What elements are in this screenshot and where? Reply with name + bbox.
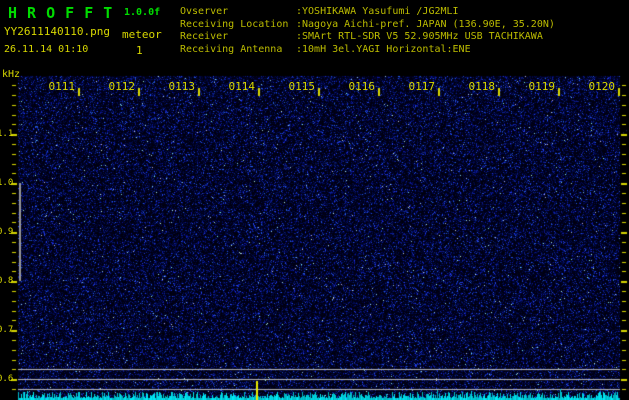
x-tick-label: 0111 [48,80,76,93]
info-value: :SMArt RTL-SDR V5 52.905MHz USB TACHIKAW… [296,31,543,42]
x-tick-label: 0116 [348,80,376,93]
info-value: :10mH 3el.YAGI Horizontal:ENE [296,43,471,55]
x-tick-label: 0115 [288,80,316,93]
info-value: :YOSHIKAWA Yasufumi /JG2MLI [296,6,459,17]
info-label: Ovserver [180,6,229,17]
station-info-row: Receiver :SMArt RTL-SDR V5 52.905MHz USB … [180,31,555,44]
y-tick-label: 0.7 [0,325,14,335]
capture-filename: YY2611140110.png [4,25,110,38]
station-info-row: Receiving Antenna :10mH 3el.YAGI Horizont… [180,44,555,57]
info-label: Receiving Location [180,18,289,30]
x-tick-label: 0113 [168,80,196,93]
y-axis-unit-label: kHz [2,69,21,80]
app-version: 1.0.0f [124,7,161,18]
x-tick-label: 0120 [588,80,616,93]
spectrogram-canvas [0,0,629,400]
station-info-block: Ovserver :YOSHIKAWA Yasufumi /JG2MLI Recei… [180,6,555,56]
y-tick-label: 0.9 [0,227,14,237]
info-label: Receiver [180,31,229,42]
x-tick-label: 0118 [468,80,496,93]
station-info-row: Ovserver :YOSHIKAWA Yasufumi /JG2MLI [180,6,555,19]
info-value: :Nagoya Aichi-pref. JAPAN (136.90E, 35.2… [296,18,555,30]
x-tick-label: 0112 [108,80,136,93]
y-tick-label: 0.6 [0,374,14,384]
meteor-count: 1 [136,44,143,57]
x-tick-label: 0119 [528,80,556,93]
info-label: Receiving Antenna [180,43,283,55]
x-tick-label: 0117 [408,80,436,93]
hrofft-screen: H R O F F T 1.0.0f YY2611140110.png mete… [0,0,629,400]
app-title: H R O F F T [8,4,113,22]
station-info-row: Receiving Location :Nagoya Aichi-pref. JA… [180,19,555,32]
mode-label: meteor [122,28,162,41]
y-tick-label: 1.0 [0,178,14,188]
y-tick-label: 0.8 [0,276,14,286]
y-tick-label: 1.1 [0,129,14,139]
x-tick-label: 0114 [228,80,256,93]
capture-datetime: 26.11.14 01:10 [4,44,89,55]
